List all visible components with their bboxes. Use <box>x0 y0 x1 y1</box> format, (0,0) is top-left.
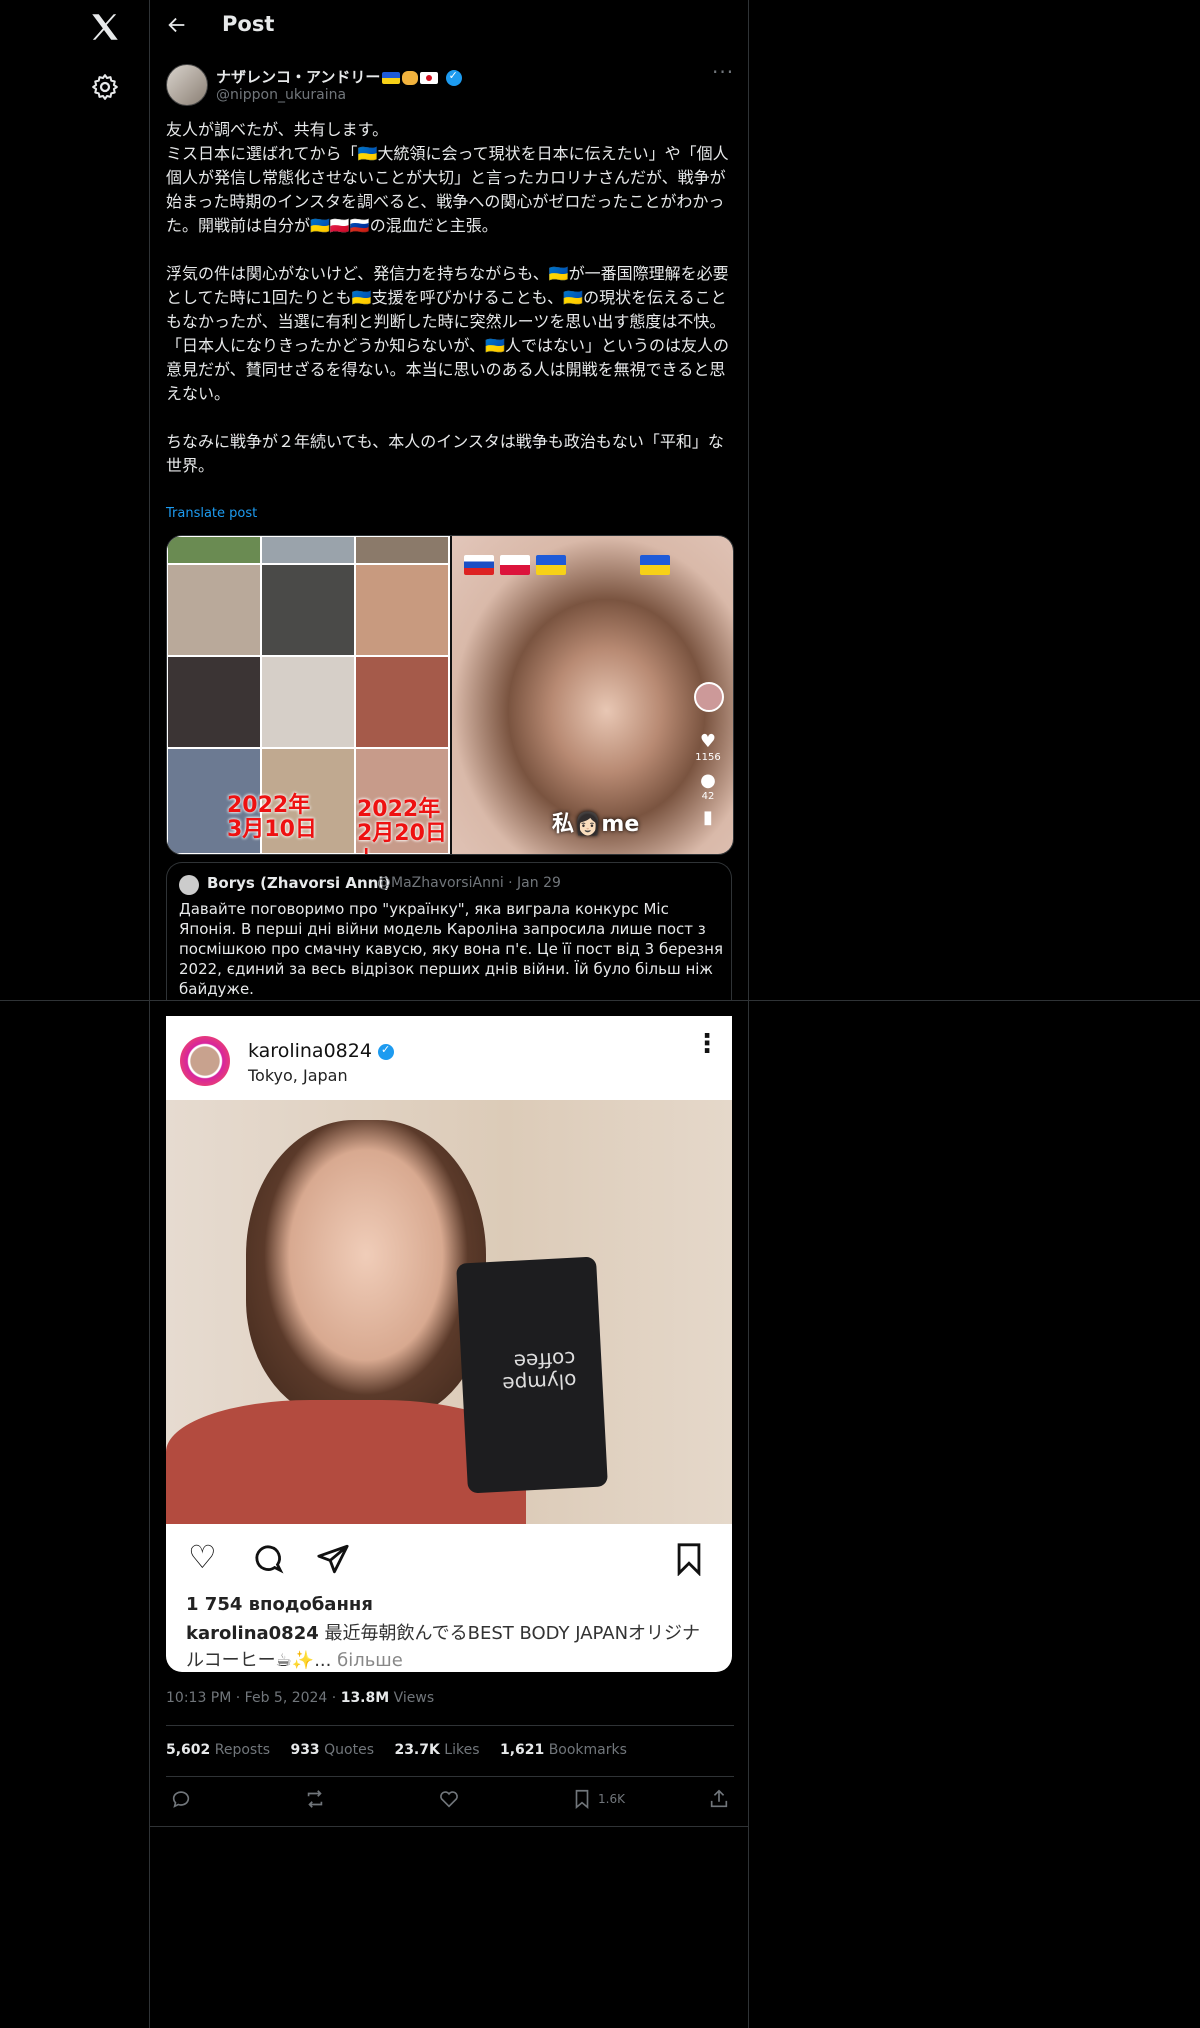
tiktok-video-image: ♥ 1156 ● 42 ▮ 私👩🏻me <box>452 536 733 854</box>
video-like-count: 1156 <box>695 752 721 763</box>
views-label: Views <box>389 1690 435 1706</box>
overlay-line <box>0 1000 1200 1001</box>
back-arrow-icon[interactable] <box>166 14 188 36</box>
ig-photo: olympe coffee <box>166 1100 732 1524</box>
russia-flag-icon <box>464 554 494 575</box>
divider <box>166 1725 734 1726</box>
like-icon[interactable] <box>438 1788 460 1810</box>
bookmark-button[interactable]: 1.6K <box>572 1788 625 1810</box>
bookmark-icon: ▮ <box>703 807 713 828</box>
japan-flag-icon <box>420 72 439 84</box>
instagram-grid-image: 2022年 3月10日 2022年 2月20日↓ <box>167 536 450 854</box>
ukraine-flag-icon <box>382 72 401 84</box>
verified-icon <box>377 1043 394 1060</box>
repost-icon[interactable] <box>304 1788 326 1810</box>
ig-username-row: karolina0824 <box>248 1040 394 1062</box>
action-bar: 1.6K <box>166 1788 732 1818</box>
ukraine-flag-icon <box>536 554 566 575</box>
ig-username: karolina0824 <box>248 1040 372 1062</box>
ig-photo-person <box>246 1120 486 1420</box>
avatar[interactable] <box>166 64 208 106</box>
ig-comment-icon <box>255 1545 284 1574</box>
ig-share-icon <box>317 1544 349 1574</box>
main-column: Post ナザレンコ・アンドリー @nippon_ukuraina ··· 友人… <box>149 0 749 2028</box>
bookmark-icon[interactable] <box>572 1788 592 1810</box>
ukraine-flag-icon <box>640 554 670 575</box>
quotes-stat[interactable]: 933 Quotes <box>290 1742 374 1758</box>
quote-handle-date: @MaZhavorsiAnni · Jan 29 <box>377 875 561 891</box>
quoted-post[interactable]: Borys (Zhavorsi Anni) @MaZhavorsiAnni · … <box>166 862 732 1000</box>
name-flags <box>382 69 440 87</box>
ig-actions: ♡ <box>166 1540 732 1580</box>
left-nav <box>0 0 150 2028</box>
ig-caption-more: більше <box>337 1650 403 1671</box>
reply-icon[interactable] <box>170 1788 192 1810</box>
ig-heart-icon: ♡ <box>188 1538 217 1576</box>
ig-bag-text: olympe coffee <box>501 1346 578 1397</box>
video-comment-count: 42 <box>701 791 715 802</box>
video-side-icons: ♥ 1156 ● 42 ▮ <box>694 682 724 828</box>
translate-post-link[interactable]: Translate post <box>166 506 257 521</box>
divider <box>166 1776 734 1777</box>
author-name-row[interactable]: ナザレンコ・アンドリー <box>216 66 462 87</box>
post-meta: 10:13 PM · Feb 5, 2024 · 13.8M Views <box>166 1690 434 1706</box>
comment-icon: ● <box>700 770 716 791</box>
author-name[interactable]: ナザレンコ・アンドリー <box>216 68 380 86</box>
heart-icon: ♥ <box>699 731 717 752</box>
ig-more-icon: ⋮ <box>694 1029 720 1059</box>
share-icon[interactable] <box>708 1788 730 1810</box>
poland-flag-icon <box>500 554 530 575</box>
ig-bookmark-icon <box>677 1543 701 1576</box>
ig-location: Tokyo, Japan <box>248 1066 348 1085</box>
quote-avatar <box>179 875 199 895</box>
handshake-icon <box>402 71 419 85</box>
date-label-left: 2022年 3月10日 <box>227 793 317 842</box>
divider <box>150 1826 748 1827</box>
ig-avatar <box>180 1036 230 1086</box>
header: Post <box>150 0 750 52</box>
post-text: 友人が調べたが、共有します。 ミス日本に選ばれてから「🇺🇦大統領に会って現状を日… <box>166 120 729 475</box>
author-handle[interactable]: @nippon_ukuraina <box>216 87 346 103</box>
view-count: 13.8M <box>340 1690 390 1706</box>
video-flags <box>464 554 572 575</box>
verified-icon[interactable] <box>445 69 462 86</box>
likes-stat[interactable]: 23.7K Likes <box>394 1742 479 1758</box>
post-media[interactable]: 2022年 3月10日 2022年 2月20日↓ ♥ 1156 ● 42 ▮ 私… <box>166 535 734 855</box>
quote-text: Давайте поговоримо про "українку", яка в… <box>179 900 723 998</box>
reposts-stat[interactable]: 5,602 Reposts <box>166 1742 270 1758</box>
video-avatar <box>694 682 724 712</box>
bookmark-count: 1.6K <box>598 1792 625 1806</box>
video-caption: 私👩🏻me <box>552 812 640 837</box>
page-title: Post <box>222 12 275 36</box>
date-label-right: 2022年 2月20日↓ <box>357 797 447 855</box>
post-stats: 5,602 Reposts 933 Quotes 23.7K Likes 1,6… <box>166 1742 643 1758</box>
ig-caption: karolina0824 最近毎朝飲んでるBEST BODY JAPANオリジナ… <box>186 1620 716 1672</box>
quote-author-name: Borys (Zhavorsi Anni) <box>207 874 391 892</box>
instagram-screenshot[interactable]: karolina0824 Tokyo, Japan ⋮ olympe coffe… <box>166 1016 732 1672</box>
x-logo-icon[interactable] <box>88 10 122 44</box>
post-timestamp[interactable]: 10:13 PM · Feb 5, 2024 · <box>166 1690 341 1706</box>
bookmarks-stat[interactable]: 1,621 Bookmarks <box>500 1742 627 1758</box>
gear-icon[interactable] <box>90 72 120 102</box>
ig-photo-coffee-bag: olympe coffee <box>456 1256 608 1494</box>
video-flag-right <box>640 554 672 575</box>
more-icon[interactable]: ··· <box>712 60 734 84</box>
ig-caption-user: karolina0824 <box>186 1623 319 1644</box>
ig-likes: 1 754 вподобання <box>186 1594 373 1615</box>
